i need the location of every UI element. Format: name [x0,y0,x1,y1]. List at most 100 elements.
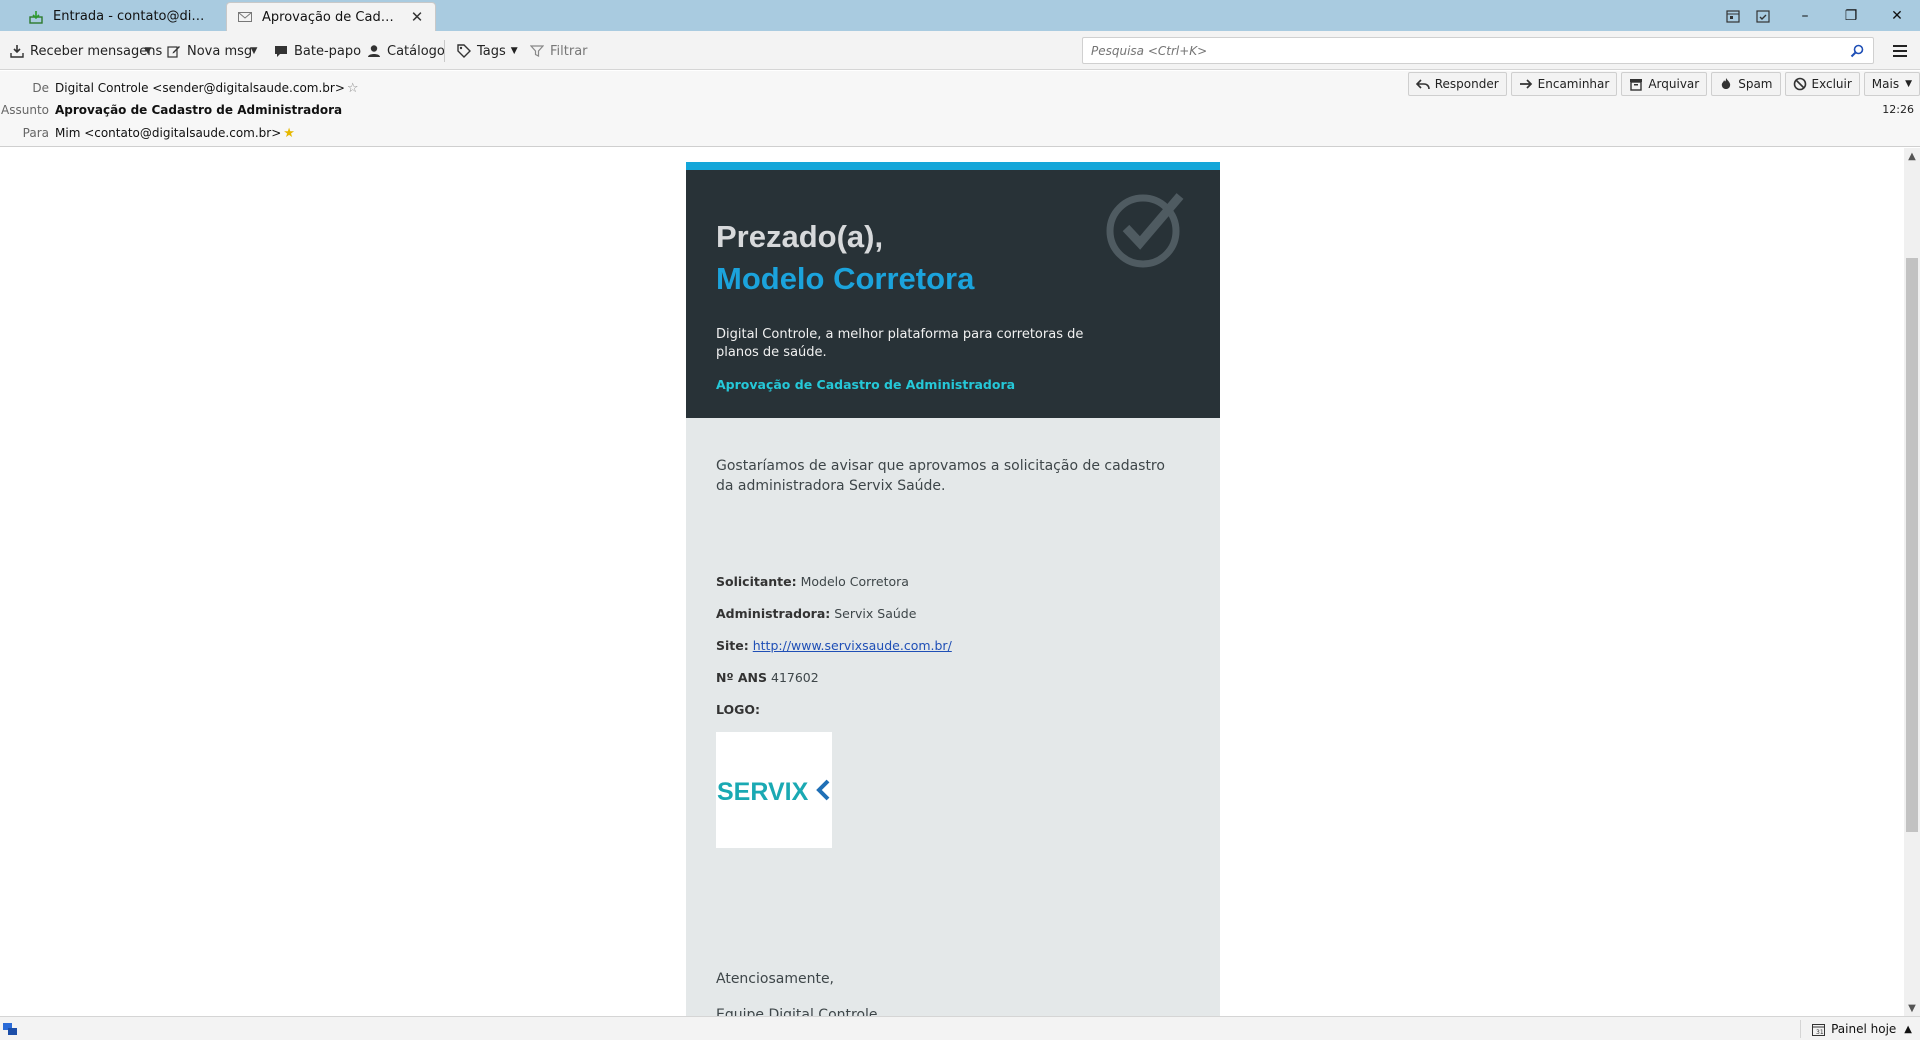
flame-icon [1719,77,1733,91]
chevron-down-icon: ▼ [1905,79,1912,89]
details-list: Solicitante: Modelo Corretora Administra… [716,574,1190,848]
scroll-down-icon[interactable]: ▼ [1904,1000,1920,1016]
tasks-icon[interactable] [1748,0,1778,31]
logo-label: LOGO: [716,702,761,717]
to-value[interactable]: Mim <contato@digitalsaude.com.br> ★ [55,126,295,141]
new-message-dropdown[interactable]: ▼ [247,39,261,63]
ans-label: Nº ANS [716,670,768,685]
maximize-button[interactable]: ❐ [1828,0,1874,31]
chevron-down-icon: ▼ [510,46,518,56]
more-button[interactable]: Mais ▼ [1863,72,1920,96]
title-bar: Entrada - contato@digitalsau... Aprovaçã… [0,0,1920,31]
spam-label: Spam [1738,77,1773,91]
detail-logo: LOGO: [716,702,1190,719]
detail-requester: Solicitante: Modelo Corretora [716,574,1190,591]
servix-logo-text: SERVIX [717,778,809,806]
intro-paragraph: Gostaríamos de avisar que aprovamos a so… [716,458,1165,494]
message-body[interactable]: Prezado(a), Modelo Corretora Digital Con… [0,148,1904,1016]
message-time: 12:26 [1882,103,1914,116]
tab-inbox[interactable]: Entrada - contato@digitalsau... [18,2,220,31]
chat-button[interactable]: Bate-papo [273,39,361,63]
servix-logo-image: SERVIX [717,778,830,806]
star-filled-icon[interactable]: ★ [283,126,295,141]
pencil-icon [166,43,182,59]
from-row: De Digital Controle <sender@digitalsaude… [0,79,359,97]
archive-label: Arquivar [1648,77,1700,91]
site-link[interactable]: http://www.servixsaude.com.br/ [753,638,952,653]
to-row: Para Mim <contato@digitalsaude.com.br> ★ [0,124,295,142]
check-circle-icon [1106,193,1184,268]
svg-text:31: 31 [1816,1029,1824,1036]
envelope-icon [237,9,253,25]
signature: Equipe Digital Controle [716,1007,878,1016]
chevron-up-icon: ▲ [1904,1023,1912,1035]
subject-row: Assunto Aprovação de Cadastro de Adminis… [0,101,342,119]
close-tab-icon[interactable]: ✕ [409,8,425,26]
message-actions: Responder Encaminhar Arquivar Spam Exclu… [1404,72,1920,96]
connection-status-icon[interactable] [2,1021,18,1037]
to-address[interactable]: Mim <contato@digitalsaude.com.br> [55,126,281,140]
prohibited-icon [1793,77,1807,91]
forward-label: Encaminhar [1537,77,1610,91]
main-toolbar: Receber mensagens ▼ Nova msg ▼ Bate-papo… [0,31,1920,70]
calendar-controls [1718,0,1778,31]
email-accent-bar [686,162,1220,170]
delete-label: Excluir [1811,77,1852,91]
calendar-icon[interactable] [1718,0,1748,31]
star-outline-icon[interactable]: ☆ [347,81,359,96]
servix-logo: SERVIX [716,732,832,848]
to-label: Para [22,126,49,140]
new-message-label: Nova msg [187,43,253,59]
search-icon[interactable] [1849,43,1865,59]
ans-value: 417602 [771,670,819,685]
toolbar-separator [444,40,445,62]
admin-label: Administradora: [716,606,831,621]
tab-inbox-label: Entrada - contato@digitalsau... [53,9,210,24]
archive-button[interactable]: Arquivar [1621,72,1708,96]
reply-button[interactable]: Responder [1407,72,1507,96]
close-window-button[interactable]: ✕ [1874,0,1920,31]
receive-dropdown[interactable]: ▼ [141,39,155,63]
new-message-button[interactable]: Nova msg [166,39,252,63]
minimize-button[interactable]: – [1782,0,1828,31]
hamburger-menu-icon[interactable] [1888,39,1912,63]
from-address[interactable]: Digital Controle <sender@digitalsaude.co… [55,81,345,95]
filter-label: Filtrar [550,43,588,59]
scroll-thumb[interactable] [1906,258,1918,832]
calendar-today-icon: 31 [1811,1022,1825,1036]
message-header: De Digital Controle <sender@digitalsaude… [0,71,1920,147]
email-content: Gostaríamos de avisar que aprovamos a so… [686,418,1220,1016]
tags-button[interactable]: Tags ▼ [456,39,518,63]
detail-site: Site: http://www.servixsaude.com.br/ [716,638,1190,655]
tags-label: Tags [477,43,506,59]
scroll-up-icon[interactable]: ▲ [1904,148,1920,164]
spam-button[interactable]: Spam [1711,72,1781,96]
from-value[interactable]: Digital Controle <sender@digitalsaude.co… [55,81,359,96]
filter-button[interactable]: Filtrar [529,39,588,63]
catalog-button[interactable]: Catálogo [366,39,445,63]
admin-value: Servix Saúde [834,606,917,621]
from-label: De [32,81,49,95]
more-label: Mais [1871,77,1900,91]
status-bar: 31 Painel hoje ▲ [0,1016,1920,1040]
today-pane-toggle[interactable]: 31 Painel hoje ▲ [1800,1020,1912,1038]
forward-button[interactable]: Encaminhar [1510,72,1618,96]
catalog-label: Catálogo [387,43,445,59]
tagline: Digital Controle, a melhor plataforma pa… [716,327,1084,360]
detail-ans: Nº ANS 417602 [716,670,1190,687]
tab-message[interactable]: Aprovação de Cadastro d... ✕ [226,2,436,31]
reply-arrow-icon [1415,77,1430,91]
search-input[interactable] [1091,42,1831,60]
subject-label: Assunto [1,103,49,117]
detail-administrator: Administradora: Servix Saúde [716,606,1190,623]
chat-bubble-icon [273,43,289,59]
receive-messages-button[interactable]: Receber mensagens [9,39,162,63]
archive-box-icon [1629,77,1643,91]
email-subject-line: Aprovação de Cadastro de Administradora [716,377,1016,392]
person-icon [366,43,382,59]
delete-button[interactable]: Excluir [1784,72,1860,96]
email-hero: Prezado(a), Modelo Corretora Digital Con… [686,170,1220,418]
download-icon [9,43,25,59]
search-box[interactable] [1082,37,1874,64]
vertical-scrollbar[interactable]: ▲ ▼ [1904,148,1920,1016]
